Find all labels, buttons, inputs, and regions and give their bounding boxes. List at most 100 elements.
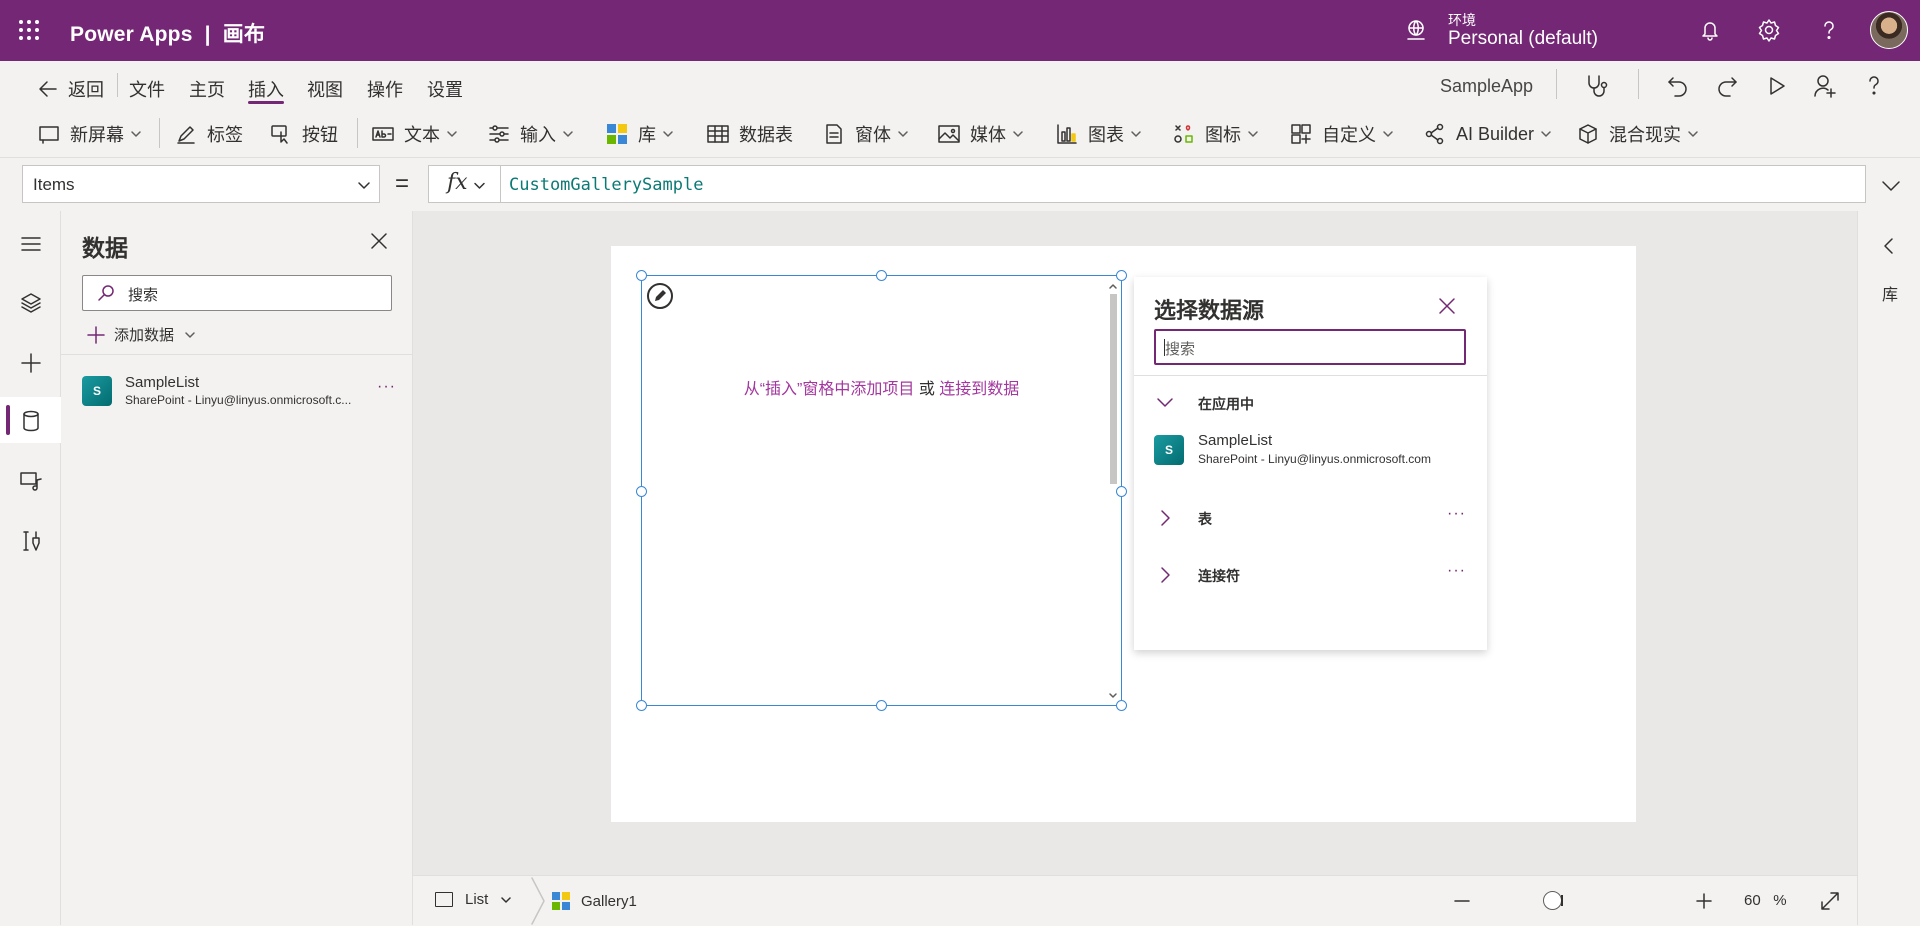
- ribbon-media[interactable]: 媒体: [938, 121, 1024, 147]
- chevron-down-icon: [1687, 128, 1699, 140]
- ribbon-chart[interactable]: 图表: [1056, 121, 1142, 147]
- chevron-left-icon[interactable]: [1880, 237, 1898, 255]
- connect-to-data-link[interactable]: 连接到数据: [939, 381, 1019, 398]
- menu-action[interactable]: 操作: [367, 76, 403, 102]
- resize-handle[interactable]: [636, 486, 647, 497]
- preview-play-icon[interactable]: [1763, 73, 1789, 99]
- menu-divider: [1556, 69, 1557, 99]
- menu-insert[interactable]: 插入: [248, 76, 284, 102]
- chevron-down-icon: [1382, 128, 1394, 140]
- resize-handle[interactable]: [1116, 270, 1127, 281]
- menu-settings[interactable]: 设置: [427, 76, 463, 102]
- ribbon-data-table[interactable]: 数据表: [707, 121, 793, 147]
- zoom-level[interactable]: 60 %: [1744, 892, 1787, 909]
- back-button[interactable]: 返回: [68, 76, 104, 102]
- close-icon[interactable]: [369, 231, 389, 251]
- chevron-down-icon: [1130, 128, 1142, 140]
- hamburger-menu-icon[interactable]: [19, 232, 43, 256]
- data-source-item[interactable]: S SampleList SharePoint - Linyu@linyus.o…: [61, 366, 413, 426]
- share-user-icon[interactable]: [1812, 73, 1838, 99]
- more-options-button[interactable]: ···: [1447, 562, 1466, 580]
- resize-handle[interactable]: [876, 700, 887, 711]
- menu-bar: 返回 文件 主页 插入 视图 操作 设置 SampleApp: [0, 61, 1920, 108]
- add-data-button[interactable]: 添加数据: [86, 324, 196, 345]
- undo-icon[interactable]: [1665, 73, 1691, 99]
- user-avatar[interactable]: [1870, 11, 1908, 49]
- zoom-in-plus-icon[interactable]: [1695, 892, 1713, 910]
- data-panel: 数据 搜索 添加数据 S SampleList SharePoint - Lin…: [61, 211, 413, 925]
- help-icon[interactable]: [1816, 17, 1842, 43]
- app-checker-stethoscope-icon[interactable]: [1583, 73, 1609, 99]
- insert-plus-icon[interactable]: [19, 351, 43, 375]
- data-source-search-input[interactable]: 搜索: [1154, 329, 1466, 365]
- ribbon-button-control[interactable]: 按钮: [270, 121, 338, 147]
- property-dropdown[interactable]: Items: [22, 165, 380, 203]
- chevron-down-icon: [357, 178, 371, 192]
- edit-pencil-icon[interactable]: [647, 283, 673, 309]
- menu-view[interactable]: 视图: [307, 76, 343, 102]
- formula-input[interactable]: CustomGallerySample: [500, 165, 1866, 203]
- ribbon-new-screen[interactable]: 新屏幕: [38, 121, 142, 147]
- menu-home[interactable]: 主页: [189, 76, 225, 102]
- button-icon: [270, 123, 292, 145]
- chevron-down-icon: [1012, 128, 1024, 140]
- right-properties-rail: 库: [1857, 211, 1920, 925]
- chevron-down-icon: [500, 894, 512, 906]
- close-icon[interactable]: [1437, 296, 1457, 316]
- ribbon-label: 图标: [1205, 125, 1241, 145]
- data-source-item[interactable]: S SampleList SharePoint - Linyu@linyus.o…: [1134, 428, 1487, 472]
- custom-icon: [1290, 123, 1312, 145]
- more-options-button[interactable]: ···: [1447, 505, 1466, 523]
- chevron-down-icon: [446, 128, 458, 140]
- expand-formula-chevron-icon[interactable]: [1880, 175, 1902, 197]
- notifications-icon[interactable]: [1697, 17, 1723, 43]
- section-connectors[interactable]: 连接符 ···: [1134, 560, 1487, 590]
- resize-handle[interactable]: [876, 270, 887, 281]
- more-options-button[interactable]: ···: [377, 378, 396, 396]
- menu-file[interactable]: 文件: [129, 76, 165, 102]
- ribbon-custom[interactable]: 自定义: [1290, 121, 1394, 147]
- settings-gear-icon[interactable]: [1756, 17, 1782, 43]
- advanced-tools-icon[interactable]: [19, 529, 43, 553]
- help-question-icon[interactable]: [1861, 73, 1887, 99]
- redo-icon[interactable]: [1714, 73, 1740, 99]
- chevron-down-icon: [184, 329, 196, 341]
- data-search-input[interactable]: 搜索: [82, 275, 392, 311]
- ribbon-text[interactable]: 文本: [372, 121, 458, 147]
- ribbon-label: 库: [638, 125, 656, 145]
- section-tables[interactable]: 表 ···: [1134, 503, 1487, 533]
- ribbon-gallery[interactable]: 库: [606, 121, 674, 147]
- fx-icon: fx: [447, 170, 468, 195]
- gallery-control[interactable]: [641, 275, 1122, 706]
- sharepoint-logo-icon: S: [1154, 435, 1184, 465]
- right-rail-label[interactable]: 库: [1882, 281, 1898, 305]
- tree-view-layers-icon[interactable]: [19, 291, 43, 315]
- resize-handle[interactable]: [636, 700, 647, 711]
- gallery-icon: [606, 123, 628, 145]
- fit-to-window-expand-icon[interactable]: [1819, 890, 1841, 912]
- selected-control-breadcrumb[interactable]: Gallery1: [551, 891, 637, 911]
- ribbon-form[interactable]: 窗体: [823, 121, 909, 147]
- ribbon-input[interactable]: 输入: [488, 121, 574, 147]
- app-launcher-icon[interactable]: [18, 19, 40, 41]
- screen-selector[interactable]: List: [435, 891, 512, 908]
- fx-button[interactable]: fx: [428, 165, 500, 203]
- ribbon-icons[interactable]: 图标: [1173, 121, 1259, 147]
- resize-handle[interactable]: [636, 270, 647, 281]
- section-label: 连接符: [1198, 568, 1240, 584]
- ribbon-label-control[interactable]: 标签: [175, 121, 243, 147]
- resize-handle[interactable]: [1116, 700, 1127, 711]
- ribbon-ai-builder[interactable]: AI Builder: [1424, 121, 1552, 147]
- data-cylinder-icon[interactable]: [19, 409, 43, 433]
- zoom-slider-knob[interactable]: [1543, 891, 1562, 910]
- resize-handle[interactable]: [1116, 486, 1127, 497]
- ribbon-mixed-reality[interactable]: 混合现实: [1577, 121, 1699, 147]
- chevron-down-icon: [473, 179, 486, 192]
- section-in-app[interactable]: 在应用中: [1134, 388, 1487, 418]
- back-arrow-icon[interactable]: [37, 78, 59, 100]
- zoom-slider[interactable]: [1543, 889, 1593, 913]
- media-icon[interactable]: [19, 469, 43, 493]
- zoom-out-minus-icon[interactable]: [1453, 892, 1471, 910]
- hint-or: 或: [914, 381, 940, 398]
- add-data-label: 添加数据: [114, 327, 175, 344]
